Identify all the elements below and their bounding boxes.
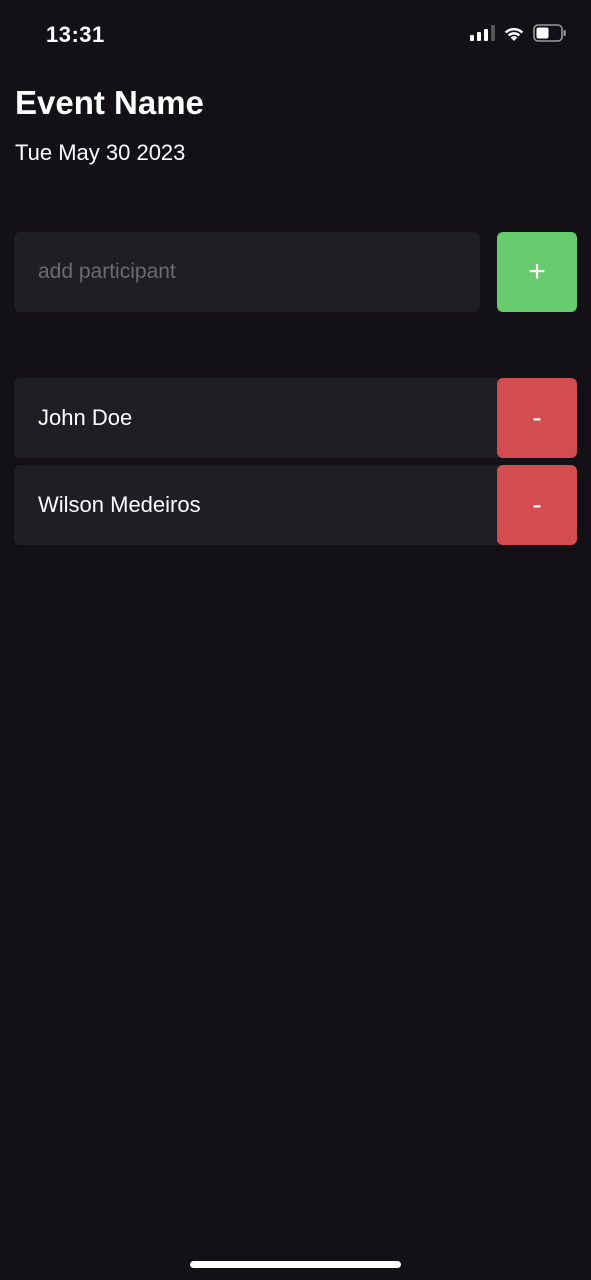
participant-name: Wilson Medeiros — [38, 492, 201, 517]
status-time: 13:31 — [46, 22, 105, 47]
participant-row: John Doe - — [14, 378, 577, 458]
signal-icon — [470, 25, 495, 41]
participant-input[interactable] — [14, 232, 480, 312]
participant-list: John Doe - Wilson Medeiros - — [14, 378, 577, 552]
add-participant-button[interactable]: + — [497, 232, 577, 312]
event-title: Event Name — [15, 84, 204, 121]
status-icons — [470, 24, 567, 42]
battery-icon — [533, 24, 567, 42]
event-date: Tue May 30 2023 — [15, 140, 186, 165]
remove-participant-button[interactable]: - — [497, 465, 577, 545]
wifi-icon — [503, 25, 525, 42]
status-bar: 13:31 — [0, 0, 591, 70]
home-indicator — [190, 1261, 401, 1268]
remove-participant-button[interactable]: - — [497, 378, 577, 458]
participant-row: Wilson Medeiros - — [14, 465, 577, 545]
participant-name: John Doe — [38, 405, 133, 430]
